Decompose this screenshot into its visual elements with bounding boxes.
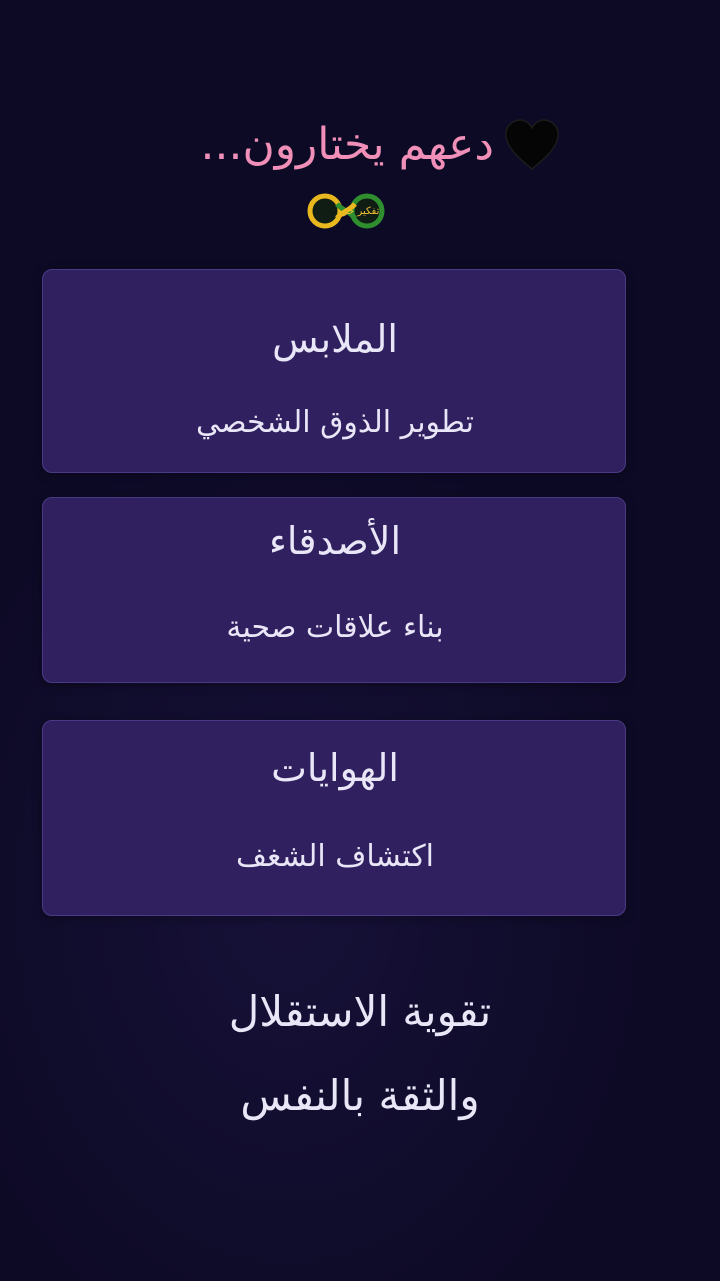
hobbies-card[interactable]: الهوايات اكتشاف الشغف [42, 720, 626, 916]
card-subtitle: بناء علاقات صحية [226, 610, 444, 645]
footer-line-2: والثقة بالنفس [240, 1071, 480, 1120]
infinity-logo-icon: تفكير حر [307, 193, 385, 229]
logo-text: تفكير حر [342, 206, 380, 217]
clothes-card[interactable]: الملابس تطوير الذوق الشخصي [42, 269, 626, 473]
black-heart-icon [505, 119, 559, 171]
header: دعهم يختارون... [0, 112, 720, 182]
friends-card[interactable]: الأصدقاء بناء علاقات صحية [42, 497, 626, 683]
page-title: دعهم يختارون... [200, 119, 495, 170]
card-title: الأصدقاء [268, 519, 402, 563]
card-title: الملابس [272, 317, 398, 361]
card-title: الهوايات [271, 746, 399, 790]
footer-line-1: تقوية الاستقلال [228, 987, 492, 1036]
card-subtitle: تطوير الذوق الشخصي [195, 405, 475, 440]
card-subtitle: اكتشاف الشغف [236, 839, 434, 874]
